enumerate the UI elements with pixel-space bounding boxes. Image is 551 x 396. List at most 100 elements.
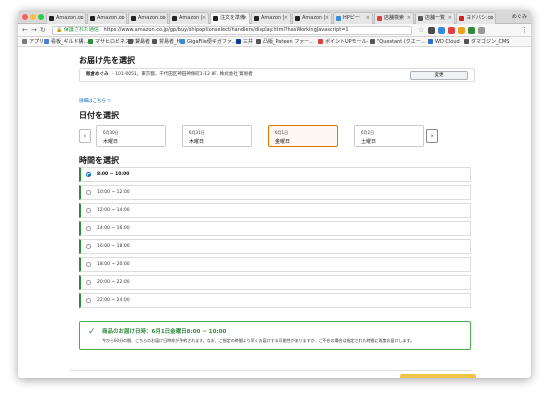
close-tab-icon[interactable]: ×	[202, 13, 206, 24]
extension-icon[interactable]	[428, 27, 435, 34]
browser-tab[interactable]: Amazon.co ×	[87, 12, 127, 24]
extension-icon[interactable]	[478, 27, 485, 34]
change-address-button[interactable]: 変更	[410, 71, 468, 80]
bookmark-item[interactable]: ポイントUPモール-	[318, 37, 368, 47]
browser-tab[interactable]: ヨドバシ.co ×	[456, 12, 496, 24]
bookmark-item[interactable]: 貿易者_HP	[152, 37, 183, 47]
bookmark-item[interactable]: 貿易者	[128, 37, 150, 47]
bookmark-favicon-icon	[22, 39, 27, 44]
close-tab-icon[interactable]: ×	[284, 13, 288, 24]
bookmark-item[interactable]: "Questant (クエー…	[370, 37, 426, 47]
star-icon[interactable]: ☆	[418, 27, 425, 34]
radio-button[interactable]	[86, 280, 91, 285]
time-slot-option[interactable]: 10:00 ~ 12:00	[79, 185, 471, 200]
address-box: 飯倉めぐみ - 101-0051，東京都，千代田区神田神保町1-12 8F, 株…	[79, 68, 475, 82]
bookmark-item[interactable]: 三井	[236, 37, 253, 47]
bookmark-item[interactable]: 凸版_Pateen ファー…	[256, 37, 314, 47]
chevron-left-icon: ‹	[83, 132, 87, 140]
back-icon[interactable]: ←	[22, 26, 28, 35]
browser-tab[interactable]: 注文を準備 ×	[210, 12, 250, 24]
bookmark-favicon-icon	[44, 39, 49, 44]
browser-tab[interactable]: 店舗検索 ×	[374, 12, 414, 24]
radio-button[interactable]	[86, 226, 91, 231]
profile-name[interactable]: めぐみ	[512, 12, 527, 22]
time-slot-label: 20:00 ~ 22:00	[97, 280, 130, 285]
tab-label: Amazon |	[179, 15, 203, 21]
confirmation-title: 商品のお届け日時：6月1日金曜日8:00 ~ 10:00	[102, 329, 227, 335]
time-slot-option[interactable]: 12:00 ~ 14:00	[79, 203, 471, 218]
time-slot-label: 18:00 ~ 20:00	[97, 262, 130, 267]
radio-button[interactable]	[86, 244, 91, 249]
browser-tab[interactable]: Amazon | ×	[169, 12, 209, 24]
weekday-label: 土曜日	[361, 139, 377, 145]
bookmark-item[interactable]: GigaFile便ギガファ…	[180, 37, 237, 47]
close-tab-icon[interactable]: ×	[407, 13, 411, 24]
bookmark-label: 凸版_Pateen ファー…	[263, 39, 315, 45]
bookmark-item[interactable]: WD Cloud	[428, 37, 460, 47]
weekday-label: 木曜日	[189, 139, 205, 145]
reload-icon[interactable]: ↻	[40, 26, 46, 35]
radio-button[interactable]	[86, 190, 91, 195]
tab-label: Amazon |	[261, 15, 285, 21]
time-slot-option[interactable]: 22:00 ~ 24:00	[79, 293, 471, 308]
radio-button[interactable]	[86, 262, 91, 267]
date-option[interactable]: 6月31日 木曜日	[182, 125, 252, 147]
close-tab-icon[interactable]: ×	[120, 13, 124, 24]
extension-icon[interactable]	[438, 27, 445, 34]
bookmark-favicon-icon	[88, 39, 93, 44]
bookmarks-bar: アプリ 看板_ギルド構… マサヒロビネスメン… 貿易者 貿易者_HP GigaFile便ギ…	[18, 37, 531, 47]
date-option[interactable]: 6月30日 木曜日	[96, 125, 166, 147]
zoom-window-icon[interactable]	[38, 14, 44, 20]
date-option[interactable]: 6月2日 土曜日	[354, 125, 424, 147]
page-content: お届け先を選択 飯倉めぐみ - 101-0051，東京都，千代田区神田神保町1-…	[18, 48, 531, 378]
bookmark-favicon-icon	[256, 39, 261, 44]
close-tab-icon[interactable]: ×	[325, 13, 329, 24]
time-slot-option[interactable]: 20:00 ~ 22:00	[79, 275, 471, 290]
bookmark-favicon-icon	[128, 39, 133, 44]
close-tab-icon[interactable]: ×	[448, 13, 452, 24]
time-slot-option[interactable]: 18:00 ~ 20:00	[79, 257, 471, 272]
time-slot-option[interactable]: 14:00 ~ 16:00	[79, 221, 471, 236]
date-option[interactable]: 6月1日 金曜日	[268, 125, 338, 147]
tab-label: 注文を準備	[220, 15, 246, 21]
forward-icon[interactable]: →	[31, 26, 37, 35]
close-tab-icon[interactable]: ×	[161, 13, 165, 24]
extension-icon[interactable]	[468, 27, 475, 34]
browser-window: Amazon.co × Amazon.co × Amazon.co × Amazon | × 注…	[18, 10, 531, 378]
menu-icon[interactable]: ⋮	[521, 27, 528, 34]
radio-button[interactable]	[86, 172, 91, 177]
browser-tab[interactable]: HPピー ×	[333, 12, 373, 24]
continue-button[interactable]	[400, 374, 476, 378]
favicon-icon	[295, 16, 300, 21]
bookmark-favicon-icon	[428, 39, 433, 44]
bookmark-label: 看板_ギルド構…	[51, 39, 89, 45]
browser-tab[interactable]: 店舗一覧 ×	[415, 12, 455, 24]
browser-tab[interactable]: Amazon | ×	[251, 12, 291, 24]
browser-tab[interactable]: Amazon.co ×	[128, 12, 168, 24]
extension-icon[interactable]	[448, 27, 455, 34]
bookmark-item[interactable]: アプリ	[22, 37, 44, 47]
bookmark-item[interactable]: 看板_ギルド構…	[44, 37, 89, 47]
date-label: 6月1日	[275, 130, 289, 135]
favicon-icon	[213, 16, 218, 21]
prev-dates-button[interactable]: ‹	[79, 129, 91, 143]
details-link[interactable]: 詳細はこちら ▽	[79, 98, 111, 104]
next-dates-button[interactable]: ›	[426, 129, 438, 143]
extension-icon[interactable]	[458, 27, 465, 34]
url-bar[interactable]: 🔒 保護された通信 https://www.amazon.co.jp/gp/bu…	[52, 26, 412, 35]
close-tab-icon[interactable]: ×	[366, 13, 370, 24]
browser-tab[interactable]: Amazon.co ×	[46, 12, 86, 24]
radio-button[interactable]	[86, 208, 91, 213]
time-heading: 時間を選択	[79, 156, 119, 165]
close-tab-icon[interactable]: ×	[243, 13, 247, 24]
radio-button[interactable]	[86, 298, 91, 303]
minimize-window-icon[interactable]	[30, 14, 36, 20]
tab-label: 店舗検索	[384, 15, 405, 21]
close-tab-icon[interactable]: ×	[79, 13, 83, 24]
bookmark-item[interactable]: ダマゴジン_CMS	[464, 37, 509, 47]
close-window-icon[interactable]	[22, 14, 28, 20]
close-tab-icon[interactable]: ×	[489, 13, 493, 24]
time-slot-option[interactable]: 8:00 ~ 10:00	[79, 167, 471, 182]
time-slot-option[interactable]: 16:00 ~ 18:00	[79, 239, 471, 254]
browser-tab[interactable]: Amazon | ×	[292, 12, 332, 24]
